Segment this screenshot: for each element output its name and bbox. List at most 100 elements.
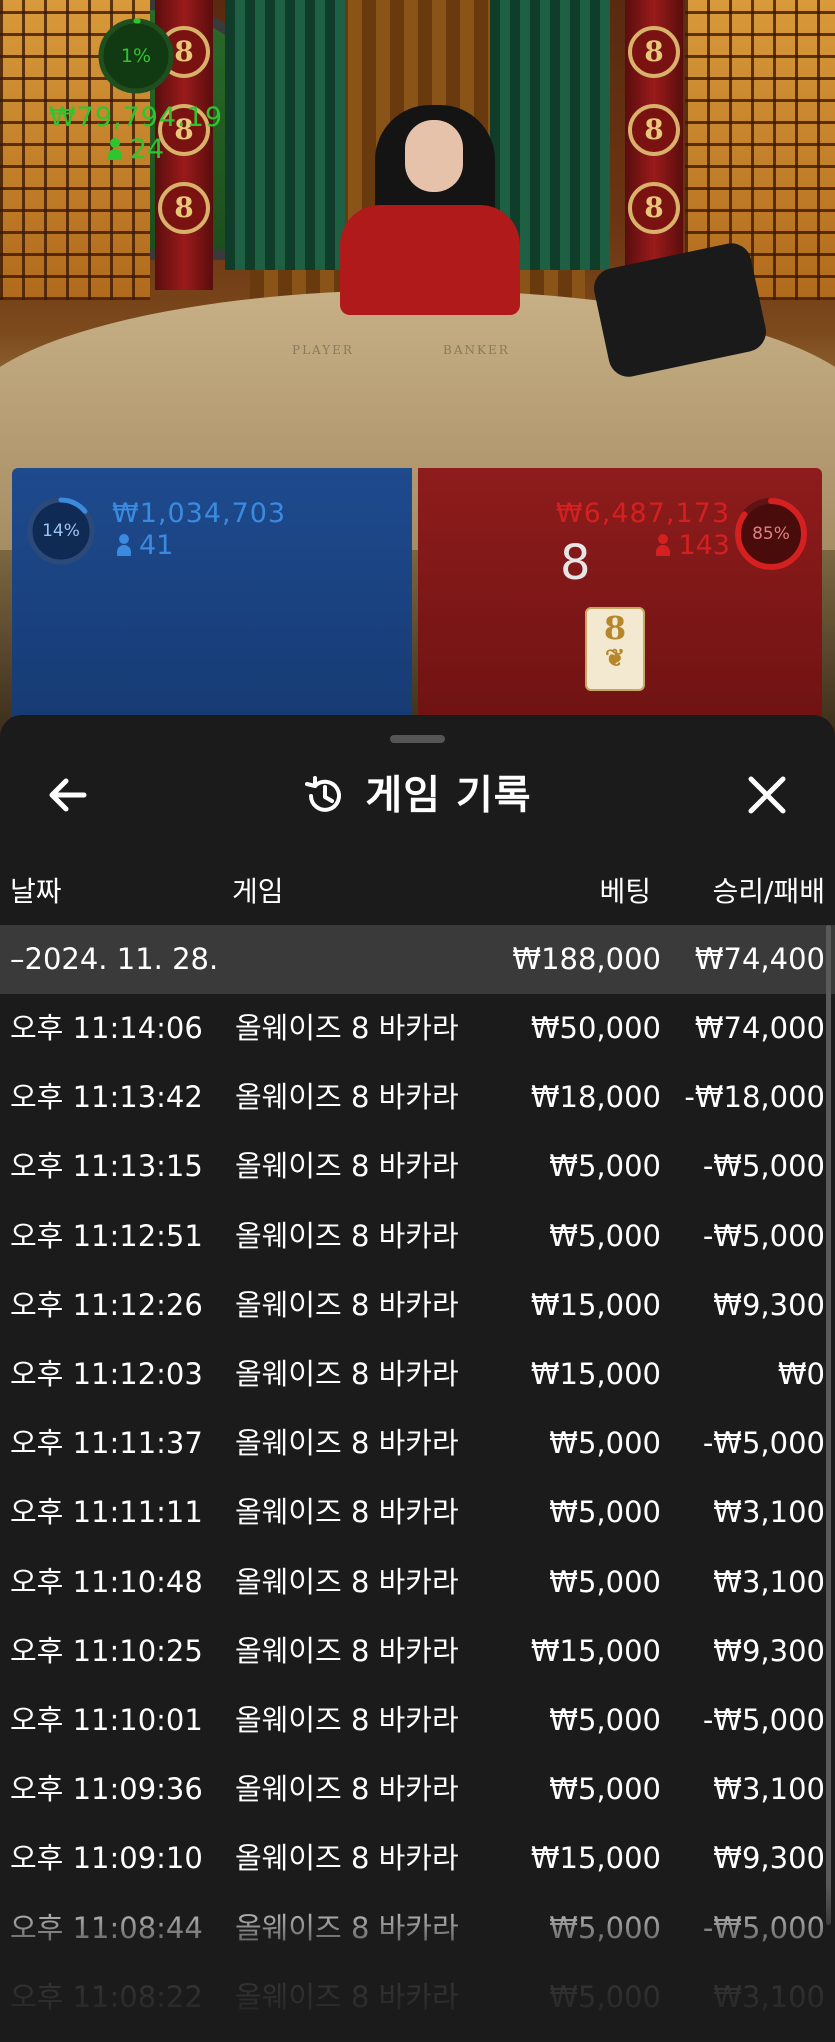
row-game: 올웨이즈 8 바카라: [235, 1772, 459, 1806]
history-row[interactable]: 오후 11:12:03 올웨이즈 8 바카라 ₩15,000 ₩0: [0, 1340, 835, 1409]
row-game: 올웨이즈 8 바카라: [235, 1426, 459, 1460]
history-row[interactable]: 오후 11:09:10 올웨이즈 8 바카라 ₩15,000 ₩9,300: [0, 1824, 835, 1893]
row-bet: ₩50,000: [530, 1011, 661, 1045]
history-row[interactable]: 오후 11:10:48 올웨이즈 8 바카라 ₩5,000 ₩3,100: [0, 1548, 835, 1617]
row-time: 오후 11:12:26: [10, 1288, 203, 1322]
banker-bet-amount: ₩6,487,173: [555, 498, 730, 529]
row-result: ₩9,300: [713, 1288, 825, 1322]
row-result: ₩74,000: [694, 1011, 825, 1045]
row-time: 오후 11:13:15: [10, 1149, 203, 1183]
pillar-coin: 8: [628, 182, 680, 234]
player-bettors: 41: [117, 530, 173, 561]
row-game: 올웨이즈 8 바카라: [235, 1565, 459, 1599]
row-bet: ₩5,000: [549, 1426, 661, 1460]
row-time: 오후 11:12:03: [10, 1357, 203, 1391]
history-row[interactable]: 오후 11:12:26 올웨이즈 8 바카라 ₩15,000 ₩9,300: [0, 1271, 835, 1340]
row-time: 오후 11:10:48: [10, 1565, 203, 1599]
row-game: 올웨이즈 8 바카라: [235, 1911, 459, 1945]
pillar-coin: 8: [158, 182, 210, 234]
row-bet: ₩5,000: [549, 1703, 661, 1737]
row-game: 올웨이즈 8 바카라: [235, 1011, 459, 1045]
close-button[interactable]: [737, 765, 797, 825]
row-game: 올웨이즈 8 바카라: [235, 1288, 459, 1322]
row-result: ₩9,300: [713, 1634, 825, 1668]
row-bet: ₩15,000: [530, 1634, 661, 1668]
history-row[interactable]: 오후 11:13:15 올웨이즈 8 바카라 ₩5,000 -₩5,000: [0, 1132, 835, 1201]
row-bet: ₩5,000: [549, 1219, 661, 1253]
person-icon: [117, 534, 131, 556]
row-result: -₩5,000: [702, 1911, 825, 1945]
history-row[interactable]: 오후 11:08:44 올웨이즈 8 바카라 ₩5,000 -₩5,000: [0, 1894, 835, 1963]
row-result: ₩0: [777, 1357, 825, 1391]
column-header-result: 승리/패배: [712, 875, 825, 908]
history-row[interactable]: 오후 11:11:37 올웨이즈 8 바카라 ₩5,000 -₩5,000: [0, 1409, 835, 1478]
history-row[interactable]: 오후 11:13:42 올웨이즈 8 바카라 ₩18,000 -₩18,000: [0, 1063, 835, 1132]
row-bet: ₩5,000: [549, 1911, 661, 1945]
row-result: ₩3,100: [713, 1980, 825, 2014]
row-result: ₩3,100: [713, 1495, 825, 1529]
row-result: ₩3,100: [713, 1565, 825, 1599]
row-result: -₩5,000: [702, 1703, 825, 1737]
row-game: 올웨이즈 8 바카라: [235, 1980, 459, 2014]
banker-card: 8 ❦: [585, 607, 645, 691]
history-icon: [305, 775, 342, 812]
row-result: -₩5,000: [702, 1426, 825, 1460]
row-time: 오후 11:11:11: [10, 1495, 203, 1529]
history-row[interactable]: 오후 11:14:06 올웨이즈 8 바카라 ₩50,000 ₩74,000: [0, 994, 835, 1063]
row-bet: ₩15,000: [530, 1288, 661, 1322]
banker-percent: 85%: [752, 524, 790, 544]
pillar-right: 8 8 8: [625, 0, 683, 290]
dealer-body: [340, 205, 520, 315]
row-time: 오후 11:12:51: [10, 1219, 203, 1253]
row-game: 올웨이즈 8 바카라: [235, 1080, 459, 1114]
card-rank: 8: [603, 609, 627, 647]
row-result: -₩5,000: [702, 1149, 825, 1183]
history-row[interactable]: 오후 11:11:11 올웨이즈 8 바카라 ₩5,000 ₩3,100: [0, 1478, 835, 1547]
tie-bettor-count: 24: [129, 134, 165, 165]
close-icon: [748, 776, 786, 814]
row-bet: ₩5,000: [549, 1495, 661, 1529]
player-bet-amount: ₩1,034,703: [112, 498, 287, 529]
player-bet-spot[interactable]: 14% ₩1,034,703 41: [12, 468, 412, 740]
row-game: 올웨이즈 8 바카라: [235, 1841, 459, 1875]
history-row[interactable]: 오후 11:10:25 올웨이즈 8 바카라 ₩15,000 ₩9,300: [0, 1617, 835, 1686]
banker-bettors: 143: [656, 530, 730, 561]
sheet-header: 게임 기록: [0, 765, 835, 825]
row-bet: ₩5,000: [549, 1980, 661, 2014]
date-group-label: –2024. 11. 28.: [10, 942, 219, 976]
player-percent: 14%: [42, 521, 80, 541]
history-row[interactable]: 오후 11:10:01 올웨이즈 8 바카라 ₩5,000 -₩5,000: [0, 1686, 835, 1755]
history-row[interactable]: 오후 11:08:22 올웨이즈 8 바카라 ₩5,000 ₩3,100: [0, 1963, 835, 2032]
row-game: 올웨이즈 8 바카라: [235, 1495, 459, 1529]
row-time: 오후 11:08:44: [10, 1911, 203, 1945]
player-bettor-count: 41: [139, 530, 174, 561]
banker-score: 8: [560, 535, 591, 591]
row-time: 오후 11:11:37: [10, 1426, 203, 1460]
date-group-row[interactable]: –2024. 11. 28. ₩188,000 ₩74,400: [0, 925, 835, 994]
scrollbar[interactable]: [826, 925, 831, 1925]
banker-bet-spot[interactable]: 85% ₩6,487,173 143: [418, 468, 822, 740]
tie-bet-amount: ₩79,794.19: [48, 102, 224, 133]
row-bet: ₩5,000: [549, 1149, 661, 1183]
felt-label-banker: BANKER: [443, 343, 510, 357]
pillar-coin: 8: [628, 26, 680, 78]
history-row[interactable]: 오후 11:12:51 올웨이즈 8 바카라 ₩5,000 -₩5,000: [0, 1202, 835, 1271]
row-result: -₩5,000: [702, 1219, 825, 1253]
row-bet: ₩15,000: [530, 1357, 661, 1391]
row-bet: ₩5,000: [549, 1565, 661, 1599]
row-game: 올웨이즈 8 바카라: [235, 1634, 459, 1668]
sheet-drag-handle[interactable]: [390, 735, 445, 743]
row-bet: ₩18,000: [530, 1080, 661, 1114]
person-icon: [107, 138, 122, 160]
felt-label-player: PLAYER: [292, 343, 354, 357]
banker-bettor-count: 143: [678, 530, 730, 561]
row-time: 오후 11:09:36: [10, 1772, 203, 1806]
row-time: 오후 11:10:01: [10, 1703, 203, 1737]
row-game: 올웨이즈 8 바카라: [235, 1149, 459, 1183]
row-bet: ₩15,000: [530, 1841, 661, 1875]
history-row[interactable]: 오후 11:09:36 올웨이즈 8 바카라 ₩5,000 ₩3,100: [0, 1755, 835, 1824]
row-time: 오후 11:09:10: [10, 1841, 203, 1875]
pillar-coin: 8: [628, 104, 680, 156]
row-time: 오후 11:14:06: [10, 1011, 203, 1045]
tie-bettors: 24: [0, 134, 272, 165]
